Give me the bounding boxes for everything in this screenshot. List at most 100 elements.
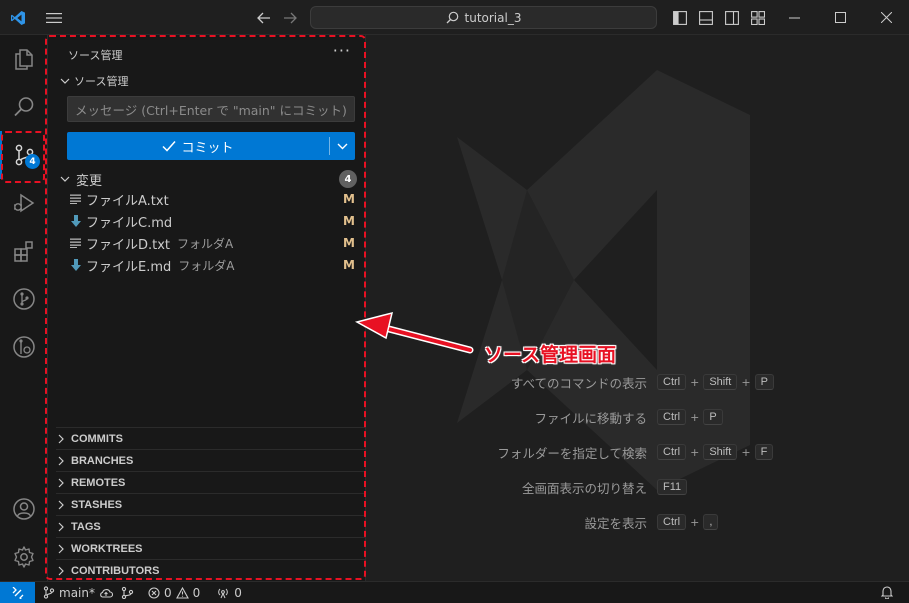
key-cap: Shift xyxy=(703,374,738,390)
more-actions-button[interactable]: ··· xyxy=(333,41,351,60)
chevron-down-icon xyxy=(60,78,70,84)
git-history-button[interactable] xyxy=(0,323,48,371)
changed-file-row[interactable]: ファイルD.txt フォルダA M xyxy=(68,232,357,254)
search-icon xyxy=(14,97,34,117)
chevron-down-icon xyxy=(60,176,70,182)
file-status: M xyxy=(343,214,355,228)
key-cap: Ctrl xyxy=(657,444,687,460)
maximize-button[interactable] xyxy=(817,0,863,35)
key-cap: Ctrl xyxy=(657,409,687,425)
text-file-icon xyxy=(68,235,84,251)
changed-file-row[interactable]: ファイルE.md フォルダA M xyxy=(68,254,357,276)
git-graph-button[interactable] xyxy=(0,275,48,323)
account-icon xyxy=(13,498,35,520)
toggle-primary-sidebar-icon[interactable] xyxy=(671,0,689,35)
vscode-watermark-icon xyxy=(457,70,750,490)
shortcut-row: すべてのコマンドの表示 Ctrl + Shift + P xyxy=(367,372,909,392)
error-icon xyxy=(148,586,160,599)
commit-button[interactable]: コミット xyxy=(67,132,329,160)
accounts-button[interactable] xyxy=(0,485,48,533)
commit-label: コミット xyxy=(181,140,234,156)
shortcut-row: フォルダーを指定して検索 Ctrl + Shift + F xyxy=(367,442,909,462)
problems-status-item[interactable]: 0 0 xyxy=(148,586,200,600)
chevron-right-icon xyxy=(58,566,64,575)
toggle-secondary-sidebar-icon[interactable] xyxy=(723,0,741,35)
extensions-icon xyxy=(14,241,33,262)
chevron-right-icon xyxy=(58,500,64,509)
section-remotes[interactable]: REMOTES xyxy=(56,471,366,493)
explorer-button[interactable] xyxy=(0,35,48,83)
minimize-icon xyxy=(788,17,800,19)
scm-section-header[interactable]: ソース管理 xyxy=(60,73,128,89)
back-arrow-icon[interactable] xyxy=(254,0,274,35)
section-commits[interactable]: COMMITS xyxy=(56,427,366,449)
changes-group-header[interactable]: 変更 4 xyxy=(60,168,357,190)
git-graph-status-item[interactable] xyxy=(121,586,134,599)
close-icon xyxy=(880,12,892,23)
section-contributors[interactable]: CONTRIBUTORS xyxy=(56,559,366,581)
manage-button[interactable] xyxy=(0,533,48,581)
file-name: ファイルA.txt xyxy=(86,193,169,209)
file-folder: フォルダA xyxy=(177,236,234,251)
search-icon xyxy=(446,11,458,24)
changed-file-row[interactable]: ファイルA.txt M xyxy=(68,188,357,210)
forward-arrow-icon[interactable] xyxy=(280,0,300,35)
commit-button-group: コミット xyxy=(67,132,355,160)
check-icon xyxy=(162,141,177,152)
shortcut-label: 設定を表示 xyxy=(584,515,647,531)
chevron-right-icon xyxy=(58,456,64,465)
section-label: COMMITS xyxy=(71,432,123,445)
section-worktrees[interactable]: WORKTREES xyxy=(56,537,366,559)
scm-badge: 4 xyxy=(25,154,40,169)
broadcast-icon xyxy=(218,588,229,598)
shortcut-row: ファイルに移動する Ctrl + P xyxy=(367,407,909,427)
warning-count: 0 xyxy=(192,585,201,600)
shortcut-row: 全画面表示の切り替え F11 xyxy=(367,477,909,497)
section-stashes[interactable]: STASHES xyxy=(56,493,366,515)
maximize-icon xyxy=(834,12,846,23)
markdown-file-icon xyxy=(68,257,84,273)
customize-layout-icon[interactable] xyxy=(749,0,767,35)
minimize-button[interactable] xyxy=(771,0,817,35)
shortcut-label: 全画面表示の切り替え xyxy=(521,480,647,496)
section-label: CONTRIBUTORS xyxy=(71,564,160,577)
search-text: tutorial_3 xyxy=(464,10,522,25)
toggle-panel-icon[interactable] xyxy=(697,0,715,35)
file-status: M xyxy=(343,192,355,206)
key-cap: F11 xyxy=(657,479,688,495)
menu-icon[interactable] xyxy=(44,0,64,35)
changed-file-row[interactable]: ファイルC.md M xyxy=(68,210,357,232)
bell-icon xyxy=(880,586,894,600)
extensions-button[interactable] xyxy=(0,227,48,275)
section-branches[interactable]: BRANCHES xyxy=(56,449,366,471)
git-history-icon xyxy=(13,336,35,358)
activity-bar: 4 xyxy=(0,35,48,581)
file-status: M xyxy=(343,258,355,272)
key-cap: F xyxy=(754,444,774,460)
error-count: 0 xyxy=(163,585,172,600)
commit-message-input[interactable]: メッセージ (Ctrl+Enter で "main" にコミット) xyxy=(67,96,355,122)
section-tags[interactable]: TAGS xyxy=(56,515,366,537)
chevron-right-icon xyxy=(58,544,64,553)
git-graph-icon xyxy=(13,288,35,310)
key-cap: , xyxy=(703,514,719,530)
remote-indicator-button[interactable] xyxy=(0,581,35,603)
branch-status-item[interactable]: main* xyxy=(43,586,113,600)
scm-section-label: ソース管理 xyxy=(74,75,129,88)
section-label: WORKTREES xyxy=(71,542,143,555)
chevron-down-icon xyxy=(337,143,348,149)
key-cap: Shift xyxy=(703,444,738,460)
run-debug-button[interactable] xyxy=(0,179,48,227)
notifications-button[interactable] xyxy=(880,585,894,602)
vscode-logo-icon[interactable] xyxy=(8,0,28,35)
search-button[interactable] xyxy=(0,83,48,131)
branch-name: main* xyxy=(59,585,95,600)
remote-icon xyxy=(12,586,23,599)
commit-dropdown-button[interactable] xyxy=(330,132,355,160)
close-button[interactable] xyxy=(863,0,909,35)
status-bar: main* 0 0 0 xyxy=(0,581,909,603)
command-center-search[interactable]: tutorial_3 xyxy=(310,6,657,29)
ports-status-item[interactable]: 0 xyxy=(216,586,242,600)
changes-label: 変更 xyxy=(76,173,103,189)
source-control-button[interactable]: 4 xyxy=(0,131,48,179)
